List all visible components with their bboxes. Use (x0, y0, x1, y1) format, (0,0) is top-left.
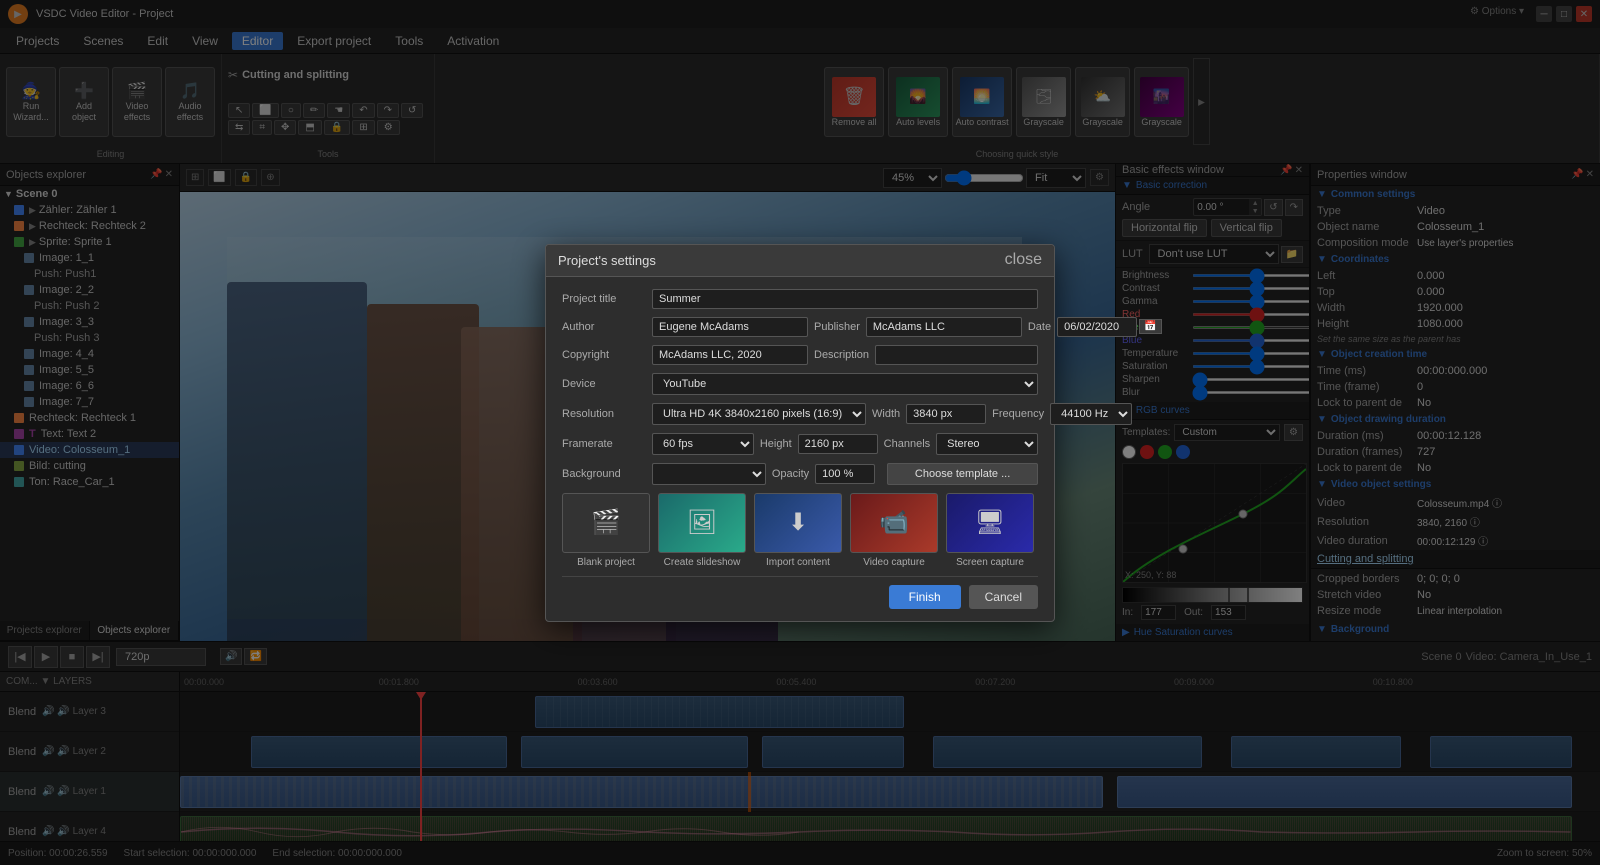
date-label: Date (1028, 321, 1051, 333)
height-input[interactable] (798, 434, 878, 454)
template-video-capture[interactable]: 📹 Video capture (850, 493, 938, 568)
opacity-label: Opacity (772, 468, 809, 480)
dialog-body: Project title Author Publisher Date 📅 Co… (546, 277, 1054, 621)
project-settings-dialog: Project's settings close Project title A… (545, 244, 1055, 622)
template-screen-capture[interactable]: 🖥 Screen capture (946, 493, 1034, 568)
template-slideshow[interactable]: 🖼 Create slideshow (658, 493, 746, 568)
author-label: Author (562, 321, 652, 333)
finish-button[interactable]: Finish (889, 585, 961, 609)
background-select[interactable] (652, 463, 766, 485)
project-title-input[interactable] (652, 289, 1038, 309)
publisher-label: Publisher (814, 321, 860, 333)
copyright-row: Copyright Description (562, 345, 1038, 365)
framerate-row: Framerate 60 fps 30 fps 24 fps 25 fps He… (562, 433, 1038, 455)
template-screen-thumb: 🖥 (946, 493, 1034, 553)
project-title-label: Project title (562, 293, 652, 305)
author-row: Author Publisher Date 📅 (562, 317, 1038, 337)
dialog-overlay: Project's settings close Project title A… (0, 0, 1600, 865)
width-input[interactable] (906, 404, 986, 424)
dialog-close-button[interactable]: close (1005, 251, 1042, 269)
choose-template-btn[interactable]: Choose template ... (887, 463, 1038, 485)
dialog-titlebar: Project's settings close (546, 245, 1054, 277)
resolution-select[interactable]: Ultra HD 4K 3840x2160 pixels (16:9) Full… (652, 403, 866, 425)
description-label: Description (814, 349, 869, 361)
template-import[interactable]: ⬇ Import content (754, 493, 842, 568)
channels-label: Channels (884, 438, 930, 450)
template-slideshow-label: Create slideshow (658, 557, 746, 568)
copyright-label: Copyright (562, 349, 652, 361)
template-video-label: Video capture (850, 557, 938, 568)
framerate-select[interactable]: 60 fps 30 fps 24 fps 25 fps (652, 433, 754, 455)
dialog-buttons: Finish Cancel (562, 576, 1038, 609)
publisher-input[interactable] (866, 317, 1022, 337)
template-grid: 🎬 Blank project 🖼 Create slideshow ⬇ Imp… (562, 493, 1038, 568)
width-label2: Width (872, 408, 900, 420)
framerate-label: Framerate (562, 438, 652, 450)
dialog-title: Project's settings (558, 253, 656, 268)
frequency-select[interactable]: 44100 Hz 48000 Hz (1050, 403, 1132, 425)
resolution-row: Resolution Ultra HD 4K 3840x2160 pixels … (562, 403, 1038, 425)
template-screen-label: Screen capture (946, 557, 1034, 568)
template-import-thumb: ⬇ (754, 493, 842, 553)
date-input[interactable] (1057, 317, 1137, 337)
opacity-input[interactable] (815, 464, 875, 484)
template-slideshow-thumb: 🖼 (658, 493, 746, 553)
date-picker-btn[interactable]: 📅 (1139, 319, 1161, 334)
copyright-input[interactable] (652, 345, 808, 365)
description-input[interactable] (875, 345, 1038, 365)
frequency-label: Frequency (992, 408, 1044, 420)
project-title-row: Project title (562, 289, 1038, 309)
device-select[interactable]: YouTube Custom (652, 373, 1038, 395)
device-label: Device (562, 378, 652, 390)
height-label2: Height (760, 438, 792, 450)
template-blank-label: Blank project (562, 557, 650, 568)
channels-select[interactable]: Stereo Mono (936, 433, 1038, 455)
resolution-label2: Resolution (562, 408, 652, 420)
template-blank[interactable]: 🎬 Blank project (562, 493, 650, 568)
device-row: Device YouTube Custom (562, 373, 1038, 395)
bg-opacity-row: Background Opacity Choose template ... (562, 463, 1038, 485)
background-label2: Background (562, 468, 652, 480)
cancel-button[interactable]: Cancel (969, 585, 1038, 609)
template-video-thumb: 📹 (850, 493, 938, 553)
template-import-label: Import content (754, 557, 842, 568)
author-input[interactable] (652, 317, 808, 337)
template-blank-thumb: 🎬 (562, 493, 650, 553)
